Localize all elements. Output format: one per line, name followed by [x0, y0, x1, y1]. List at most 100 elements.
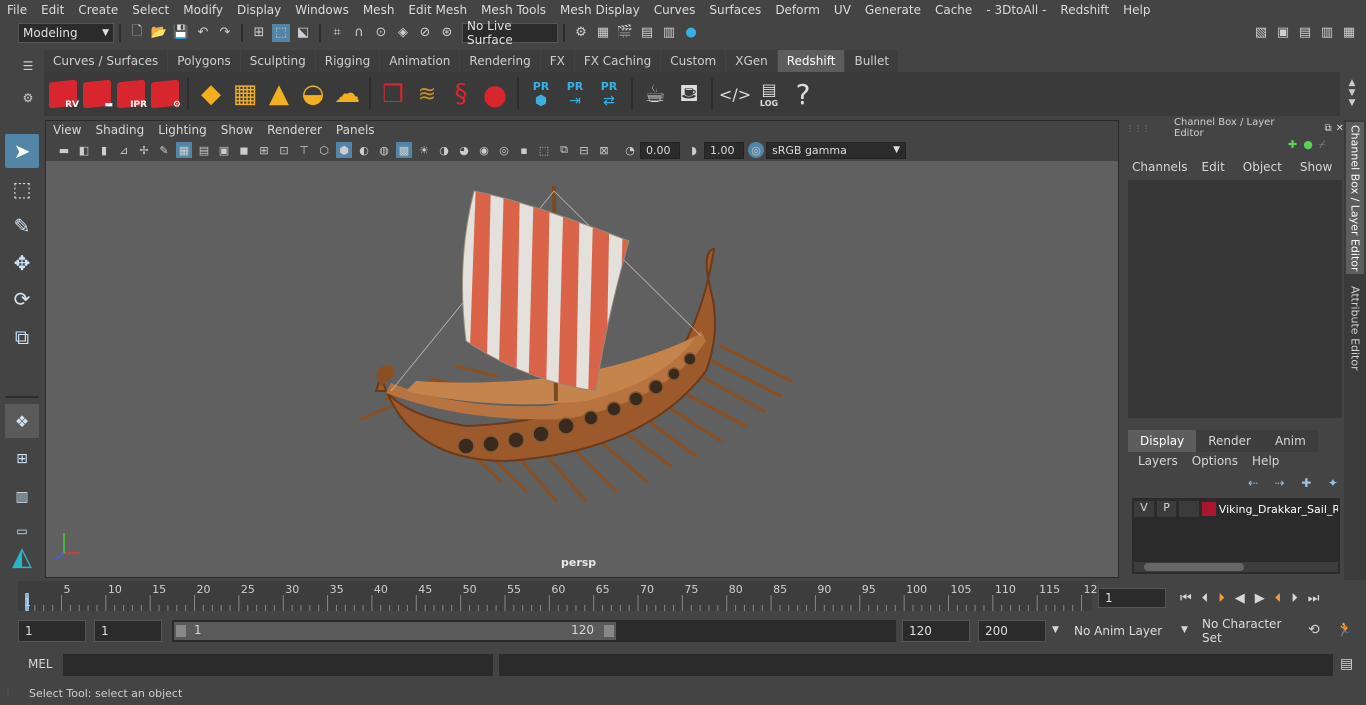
menu-display[interactable]: Display [230, 3, 288, 17]
layer-menu-options[interactable]: Options [1188, 454, 1242, 472]
four-view-layout-icon[interactable]: ⊞ [5, 442, 39, 476]
redshift-material-ball-button[interactable]: ● [479, 77, 511, 111]
redshift-portal-light-button[interactable]: ▦ [229, 77, 261, 111]
redshift-area-light-button[interactable]: ◆ [195, 77, 227, 111]
chevron-down-icon[interactable]: ▼ [1181, 625, 1188, 635]
layer-name[interactable]: Viking_Drakkar_Sail_R [1219, 503, 1338, 516]
redshift-ipr-button[interactable]: IPR [115, 77, 147, 111]
side-tab-attribute-editor[interactable]: Attribute Editor [1346, 280, 1364, 376]
xray-components-icon[interactable]: ⊠ [596, 142, 612, 158]
move-layer-up-icon[interactable]: ⇠ [1248, 476, 1258, 492]
layer-list-scrollbar[interactable] [1134, 562, 1338, 572]
range-handle-right[interactable] [604, 625, 614, 637]
menu-redshift[interactable]: Redshift [1053, 3, 1116, 17]
manipulator-icon[interactable]: ✚ [1288, 138, 1297, 154]
screen-space-ao-icon[interactable]: ◕ [456, 142, 472, 158]
vp-menu-view[interactable]: View [46, 123, 88, 137]
redshift-help-button[interactable]: ? [787, 77, 819, 111]
ipr-render-icon[interactable]: ▤ [638, 24, 656, 42]
close-icon[interactable]: ✕ [1336, 123, 1344, 134]
layer-type-toggle[interactable] [1179, 501, 1200, 517]
shelf-menu-icon[interactable]: ☰ [18, 59, 38, 73]
menu-uv[interactable]: UV [827, 3, 858, 17]
viking-ship-model[interactable] [46, 161, 1118, 577]
menu-windows[interactable]: Windows [288, 3, 356, 17]
layer-menu-layers[interactable]: Layers [1128, 454, 1188, 472]
menu-mesh[interactable]: Mesh [356, 3, 402, 17]
tab-curves-surfaces[interactable]: Curves / Surfaces [44, 50, 168, 72]
safe-title-icon[interactable]: ⊤ [296, 142, 312, 158]
resolution-gate-icon[interactable]: ▣ [216, 142, 232, 158]
tab-polygons[interactable]: Polygons [168, 50, 240, 72]
menu-modify[interactable]: Modify [176, 3, 230, 17]
layer-tab-display[interactable]: Display [1128, 430, 1197, 452]
chevron-down-icon[interactable]: ▼ [1052, 625, 1059, 635]
scale-tool-icon[interactable]: ⧉ [5, 320, 39, 354]
save-scene-icon[interactable]: 💾 [172, 24, 190, 42]
rotate-tool-icon[interactable]: ⟳ [5, 282, 39, 316]
go-to-end-icon[interactable]: ⏭ [1308, 591, 1320, 606]
anim-layer-dropdown[interactable]: No Anim Layer [1068, 620, 1180, 642]
menu-deform[interactable]: Deform [768, 3, 827, 17]
redshift-shader-button[interactable]: § [445, 77, 477, 111]
redshift-dome-light-button[interactable]: ◒ [297, 77, 329, 111]
tab-redshift[interactable]: Redshift [777, 50, 845, 72]
snap-grid-icon[interactable]: ⌗ [328, 24, 346, 42]
current-frame-field[interactable]: 1 [1098, 588, 1166, 608]
maya-logo-icon[interactable]: ◭ [5, 540, 39, 574]
hypershade-icon[interactable]: ● [682, 24, 700, 42]
shelf-scroll-arrows[interactable]: ▲ ▼ ▼ [1342, 78, 1362, 114]
move-tool-icon[interactable]: ✥ [5, 246, 39, 280]
open-scene-icon[interactable]: 📂 [150, 24, 168, 42]
step-back-key-icon[interactable]: ⏵ [1218, 591, 1225, 606]
float-panel-icon[interactable]: ⧉ [1324, 123, 1331, 134]
gamma-icon[interactable]: ◗ [686, 142, 702, 158]
render-globals-icon[interactable]: ▥ [660, 24, 678, 42]
cb-menu-object[interactable]: Object [1235, 160, 1290, 178]
vp-menu-show[interactable]: Show [214, 123, 260, 137]
time-slider[interactable]: 5 10 15 20 25 30 35 40 45 50 55 60 65 70 75 80 85 90 95 100… [18, 581, 1098, 611]
pin-icon[interactable]: ⌿ [1319, 138, 1326, 154]
gate-mask-icon[interactable]: ◼ [236, 142, 252, 158]
panel-layout-icon[interactable]: ▥ [1318, 24, 1336, 42]
shadows-icon[interactable]: ◑ [436, 142, 452, 158]
isolate-select-icon[interactable]: ⬚ [536, 142, 552, 158]
tab-fx-caching[interactable]: FX Caching [574, 50, 661, 72]
animation-preferences-icon[interactable]: 🏃 [1336, 622, 1353, 638]
film-gate-icon[interactable]: ▤ [196, 142, 212, 158]
redo-icon[interactable]: ↷ [216, 24, 234, 42]
tab-fx[interactable]: FX [540, 50, 574, 72]
menu-select[interactable]: Select [125, 3, 176, 17]
redshift-pr-box-button[interactable]: PR ⬢ [525, 77, 557, 111]
undo-icon[interactable]: ↶ [194, 24, 212, 42]
tab-rigging[interactable]: Rigging [315, 50, 380, 72]
anti-aliasing-icon[interactable]: ◎ [496, 142, 512, 158]
grid-icon[interactable]: ▦ [176, 142, 192, 158]
step-forward-icon[interactable]: ⏵ [1291, 591, 1298, 606]
cb-menu-edit[interactable]: Edit [1194, 160, 1233, 178]
live-surface-field[interactable]: No Live Surface [462, 19, 558, 47]
smooth-shade-icon[interactable]: ⬢ [336, 142, 352, 158]
animation-end-field[interactable]: 200 [978, 620, 1046, 642]
range-slider-bar[interactable]: 1 120 [174, 622, 616, 640]
perspective-viewport[interactable]: View Shading Lighting Show Renderer Pane… [45, 120, 1119, 578]
side-tab-channel-box[interactable]: Channel Box / Layer Editor [1346, 122, 1364, 274]
move-layer-down-icon[interactable]: ⇢ [1275, 476, 1285, 492]
menu-surfaces[interactable]: Surfaces [702, 3, 768, 17]
lasso-tool-icon[interactable]: ⬚ [5, 172, 39, 206]
menu-generate[interactable]: Generate [858, 3, 928, 17]
script-language-label[interactable]: MEL [28, 657, 53, 671]
redshift-ies-light-button[interactable]: ▲ [263, 77, 295, 111]
select-object-icon[interactable]: ⬚ [272, 23, 290, 42]
field-chart-icon[interactable]: ⊞ [256, 142, 272, 158]
sidebar-toggle-icon[interactable]: ▤ [1296, 24, 1314, 42]
new-layer-from-selected-icon[interactable]: ✦ [1328, 476, 1338, 492]
xray-icon[interactable]: ⧉ [556, 142, 572, 158]
grease-pencil-icon[interactable]: ✎ [156, 142, 172, 158]
redshift-script-editor-button[interactable]: </> [719, 77, 751, 111]
snap-surface-icon[interactable]: ⊘ [416, 24, 434, 42]
vp-menu-renderer[interactable]: Renderer [260, 123, 329, 137]
shelf-settings-icon[interactable]: ⚙ [18, 91, 38, 105]
menu-create[interactable]: Create [71, 3, 125, 17]
single-perspective-layout-icon[interactable]: ❖ [5, 404, 39, 438]
